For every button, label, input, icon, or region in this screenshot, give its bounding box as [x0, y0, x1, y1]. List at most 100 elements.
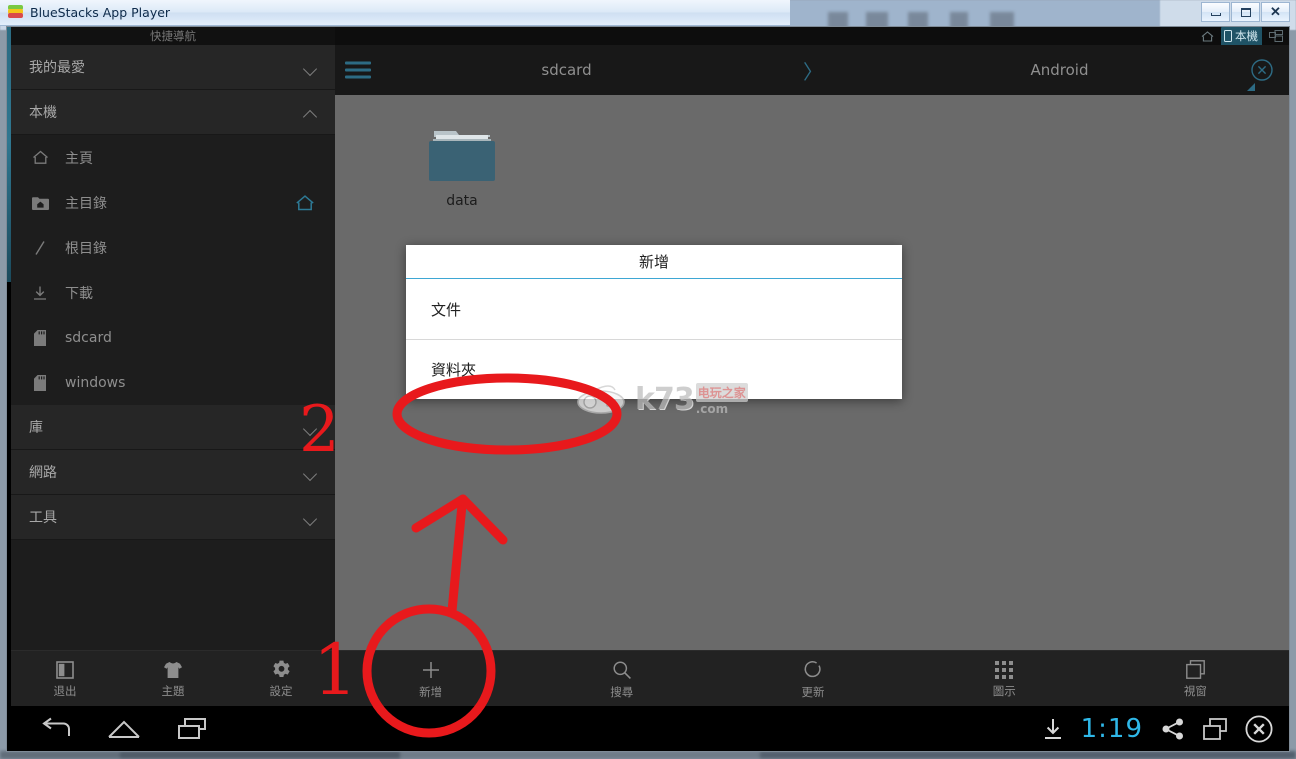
desktop-bottom-blur — [0, 751, 1296, 759]
dialog-option-label: 資料夾 — [431, 361, 477, 379]
window-icon — [1186, 660, 1205, 679]
sidebar-button-theme[interactable]: 主題 — [119, 661, 227, 699]
phone-icon — [1224, 29, 1232, 42]
grid-icon — [995, 660, 1014, 679]
sidebar: 快捷導航 我的最愛 本機 主頁 主目錄 根目錄 下載 sdcard window… — [11, 27, 335, 751]
chevron-up-icon — [304, 106, 317, 119]
share-icon[interactable] — [1161, 717, 1185, 741]
action-button-refresh[interactable]: 更新 — [717, 660, 908, 700]
new-item-dialog: 新增 文件 資料夾 — [406, 245, 902, 399]
close-circle-icon[interactable] — [1251, 59, 1273, 81]
action-button-label: 圖示 — [992, 683, 1016, 698]
action-button-label: 視窗 — [1183, 684, 1207, 698]
sidebar-button-settings[interactable]: 設定 — [227, 660, 335, 699]
breadcrumb-android[interactable]: Android — [828, 61, 1289, 79]
resize-handle[interactable] — [1247, 83, 1255, 91]
close-button[interactable]: ✕ — [1261, 2, 1290, 22]
sidebar-item-label: sdcard — [65, 329, 112, 346]
maximize-button[interactable] — [1231, 2, 1260, 22]
file-item-label: data — [446, 193, 478, 209]
sidebar-item-label: 根目錄 — [65, 240, 107, 257]
gear-icon — [272, 660, 291, 679]
action-button-label: 更新 — [801, 684, 825, 699]
breadcrumb-sdcard[interactable]: sdcard — [335, 61, 798, 79]
dialog-option-folder[interactable]: 資料夾 — [406, 339, 902, 399]
home-icon — [1201, 30, 1214, 42]
status-bar-tab-label: 本機 — [1235, 28, 1258, 43]
sidebar-item-label: windows — [65, 374, 126, 391]
download-icon[interactable] — [1043, 718, 1063, 740]
sidebar-button-label: 退出 — [53, 683, 77, 698]
sidebar-section-thisdevice[interactable]: 本機 — [11, 90, 335, 135]
chevron-down-icon — [304, 466, 317, 479]
dialog-option-file[interactable]: 文件 — [406, 279, 902, 339]
download-icon — [29, 285, 51, 301]
path-breadcrumb-bar: sdcard 〉 Android — [335, 45, 1289, 95]
home-outline-icon[interactable] — [107, 718, 141, 740]
chevron-down-icon — [304, 511, 317, 524]
sidebar-section-label: 我的最愛 — [29, 60, 85, 76]
folder-home-icon — [29, 196, 51, 210]
action-button-new[interactable]: 新增 — [335, 660, 526, 700]
sidebar-section-label: 庫 — [29, 420, 43, 436]
chevron-right-icon: 〉 — [803, 59, 823, 84]
action-button-search[interactable]: 搜尋 — [526, 660, 717, 700]
action-button-icons[interactable]: 圖示 — [909, 660, 1100, 699]
close-circle-icon[interactable] — [1245, 714, 1273, 743]
window-controls: ✕ — [1201, 2, 1290, 22]
sidebar-section-label: 網路 — [29, 465, 57, 481]
file-item-data[interactable]: data — [407, 123, 517, 209]
home-icon — [29, 150, 51, 165]
action-toolbar: 新增 搜尋 更新 圖示 視窗 — [335, 650, 1289, 708]
exit-icon — [56, 660, 74, 679]
action-button-label: 新增 — [419, 684, 443, 699]
back-arrow-icon[interactable] — [41, 717, 71, 741]
nav-bar-right-group: 1:19 — [1043, 713, 1289, 744]
bluestacks-logo-icon — [8, 5, 23, 20]
refresh-icon — [803, 660, 823, 680]
sidebar-section-favorites[interactable]: 我的最愛 — [11, 45, 335, 90]
chevron-down-icon — [304, 61, 317, 74]
chevron-down-icon — [304, 421, 317, 434]
sidebar-button-exit[interactable]: 退出 — [11, 660, 119, 699]
android-nav-bar: 1:19 — [7, 706, 1289, 751]
action-button-label: 搜尋 — [610, 684, 634, 699]
minimize-button[interactable] — [1201, 2, 1230, 22]
recents-icon[interactable] — [177, 717, 207, 741]
sidebar-section-tools[interactable]: 工具 — [11, 495, 335, 540]
bluestacks-app-frame: 快捷導航 我的最愛 本機 主頁 主目錄 根目錄 下載 sdcard window… — [6, 26, 1290, 752]
sidebar-item-rootdir[interactable]: 根目錄 — [11, 225, 335, 270]
sidebar-item-label: 下載 — [65, 285, 93, 302]
sdcard-icon — [29, 329, 51, 346]
sidebar-item-label: 主頁 — [65, 150, 93, 167]
slash-icon — [29, 240, 51, 256]
sidebar-item-windows[interactable]: windows — [11, 360, 335, 405]
theme-shirt-icon — [163, 661, 183, 679]
sidebar-item-downloads[interactable]: 下載 — [11, 270, 335, 315]
home-outline-icon[interactable] — [295, 194, 315, 211]
quicknav-header: 快捷導航 — [11, 27, 335, 45]
sidebar-item-homedir[interactable]: 主目錄 — [11, 180, 335, 225]
action-button-window[interactable]: 視窗 — [1100, 660, 1289, 699]
multiwindow-icon[interactable] — [1269, 30, 1283, 42]
window-titlebar[interactable]: BlueStacks App Player — [0, 0, 790, 26]
sidebar-section-library[interactable]: 庫 — [11, 405, 335, 450]
sidebar-section-label: 本機 — [29, 105, 57, 121]
status-bar-tab-thisdevice[interactable]: 本機 — [1221, 27, 1262, 46]
nav-bar-left-group — [7, 717, 1043, 741]
hamburger-icon[interactable] — [345, 58, 371, 83]
sidebar-button-label: 設定 — [269, 684, 293, 698]
dialog-title: 新增 — [406, 245, 902, 279]
window-title: BlueStacks App Player — [30, 5, 171, 20]
sidebar-section-label: 工具 — [29, 510, 57, 526]
nav-bar-clock: 1:19 — [1080, 713, 1143, 744]
dialog-option-label: 文件 — [431, 300, 462, 319]
window-icon[interactable] — [1203, 717, 1227, 740]
android-content: 本機 sdcard 〉 Android data 新增 文件 資料夾 新增 搜尋… — [335, 27, 1289, 751]
sidebar-item-home[interactable]: 主頁 — [11, 135, 335, 180]
sidebar-button-label: 主題 — [161, 683, 185, 698]
sidebar-item-sdcard[interactable]: sdcard — [11, 315, 335, 360]
search-icon — [612, 660, 632, 680]
sidebar-section-network[interactable]: 網路 — [11, 450, 335, 495]
plus-icon — [421, 660, 441, 680]
